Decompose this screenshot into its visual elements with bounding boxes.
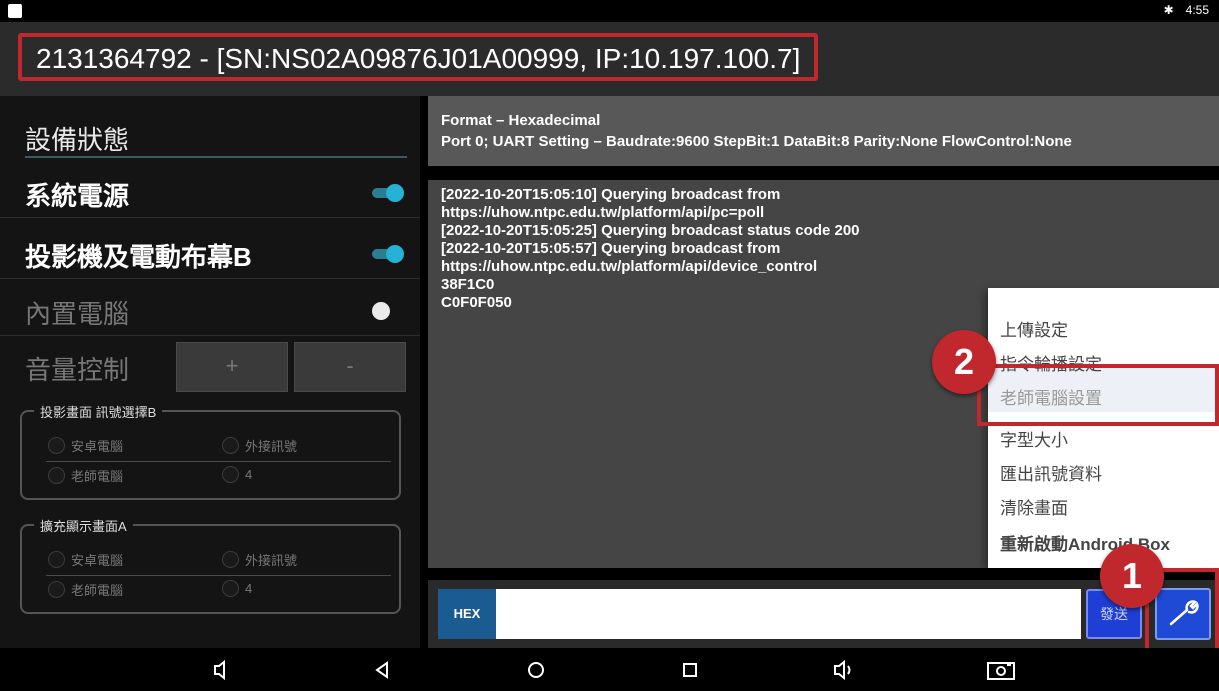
toggle-thumb	[386, 184, 404, 202]
signal-select-group-b: 投影畫面 訊號選擇B 安卓電腦 外接訊號 老師電腦 4	[20, 402, 401, 500]
radio-label: 4	[245, 467, 253, 482]
menu-item-font-size[interactable]: 字型大小	[1000, 426, 1068, 451]
radio-label: 4	[245, 581, 253, 596]
radio-circle	[48, 551, 65, 568]
radio-label: 老師電腦	[71, 469, 124, 484]
builtin-pc-toggle[interactable]	[372, 302, 402, 320]
section-divider	[25, 156, 407, 158]
radio-circle	[222, 437, 239, 454]
annotation-badge-2: 2	[932, 330, 996, 394]
toggle-thumb	[372, 302, 390, 320]
uart-setting-line: Port 0; UART Setting – Baudrate:9600 Ste…	[441, 133, 1072, 150]
radio-label: 老師電腦	[71, 583, 124, 598]
row-builtin-pc: 內置電腦	[0, 286, 420, 336]
bluetooth-icon: ✱	[1163, 3, 1174, 17]
radio-circle	[48, 437, 65, 454]
hex-mode-button[interactable]: HEX	[438, 589, 496, 639]
annotation-highlight-menu	[977, 364, 1219, 426]
back-icon[interactable]	[368, 656, 396, 684]
radio-android-pc[interactable]: 安卓電腦	[48, 550, 123, 569]
volume-down-icon[interactable]	[208, 656, 236, 684]
volume-up-button[interactable]: +	[176, 342, 288, 392]
toggle-thumb	[386, 245, 404, 263]
menu-item-upload-settings[interactable]: 上傳設定	[1000, 316, 1068, 341]
radio-circle	[48, 581, 65, 598]
volume-down-button[interactable]: -	[294, 342, 406, 392]
radio-option-4[interactable]: 4	[222, 580, 252, 597]
volume-label: 音量控制	[25, 355, 130, 385]
screenshot-icon[interactable]	[984, 656, 1018, 684]
log-line: [2022-10-20T15:05:25] Querying broadcast…	[441, 222, 860, 239]
radio-circle	[222, 466, 239, 483]
row-system-power: 系統電源	[0, 168, 420, 218]
radio-teacher-pc[interactable]: 老師電腦	[48, 580, 123, 599]
device-status-panel: 設備狀態 系統電源 投影機及電動布幕B 內置電腦 音量控制 + - 投影畫面 訊…	[0, 96, 420, 648]
group-divider	[46, 575, 391, 576]
radio-label: 安卓電腦	[71, 553, 124, 568]
status-time: 4:55	[1185, 3, 1209, 17]
radio-teacher-pc[interactable]: 老師電腦	[48, 466, 123, 485]
extended-display-group-a: 擴充顯示畫面A 安卓電腦 外接訊號 老師電腦 4	[20, 516, 401, 614]
log-line: 38F1C0	[441, 276, 495, 293]
log-line: https://uhow.ntpc.edu.tw/platform/api/pc…	[441, 204, 765, 221]
menu-item-export-signal[interactable]: 匯出訊號資料	[1000, 460, 1102, 485]
device-title: 2131364792 - [SN:NS02A09876J01A00999, IP…	[18, 33, 819, 81]
status-right: ✱ 4:55	[1164, 3, 1209, 17]
row-projector-screen: 投影機及電動布幕B	[0, 229, 420, 279]
radio-label: 安卓電腦	[71, 439, 124, 454]
section-title: 設備狀態	[25, 125, 130, 155]
radio-label: 外接訊號	[245, 553, 298, 568]
command-input[interactable]	[496, 589, 1081, 639]
radio-option-4[interactable]: 4	[222, 466, 252, 483]
system-power-toggle[interactable]	[372, 184, 404, 202]
log-line: https://uhow.ntpc.edu.tw/platform/api/de…	[441, 258, 818, 275]
row-label: 系統電源	[25, 181, 130, 211]
annotation-badge-1: 1	[1100, 544, 1164, 608]
log-line: [2022-10-20T15:05:10] Querying broadcast…	[441, 186, 781, 203]
settings-menu: 上傳設定 指令輪播設定 老師電腦設置 字型大小 匯出訊號資料 清除畫面 重新啟動…	[988, 288, 1219, 568]
home-icon[interactable]	[522, 656, 550, 684]
app-header: 2131364792 - [SN:NS02A09876J01A00999, IP…	[0, 22, 1219, 96]
radio-circle	[222, 580, 239, 597]
command-input-bar: HEX 發送	[428, 580, 1219, 648]
group-divider	[46, 461, 391, 462]
android-nav-bar	[0, 648, 1219, 691]
radio-circle	[48, 467, 65, 484]
volume-up-icon[interactable]	[830, 656, 858, 684]
radio-external-signal[interactable]: 外接訊號	[222, 550, 297, 569]
radio-circle	[222, 551, 239, 568]
log-line: C0F0F050	[441, 294, 512, 311]
log-line: [2022-10-20T15:05:57] Querying broadcast…	[441, 240, 781, 257]
menu-item-clear-screen[interactable]: 清除畫面	[1000, 494, 1068, 519]
row-label: 內置電腦	[25, 299, 130, 329]
projector-toggle[interactable]	[372, 245, 404, 263]
recent-apps-icon[interactable]	[676, 656, 704, 684]
radio-external-signal[interactable]: 外接訊號	[222, 436, 297, 455]
status-bar: ✱ 4:55	[0, 0, 1219, 22]
format-info-panel: Format – Hexadecimal Port 0; UART Settin…	[428, 96, 1219, 166]
group-title: 投影畫面 訊號選擇B	[34, 402, 163, 421]
row-label: 投影機及電動布幕B	[25, 242, 252, 272]
group-title: 擴充顯示畫面A	[34, 516, 133, 535]
notification-icon	[8, 4, 22, 18]
radio-label: 外接訊號	[245, 439, 298, 454]
format-line: Format – Hexadecimal	[441, 112, 601, 129]
radio-android-pc[interactable]: 安卓電腦	[48, 436, 123, 455]
